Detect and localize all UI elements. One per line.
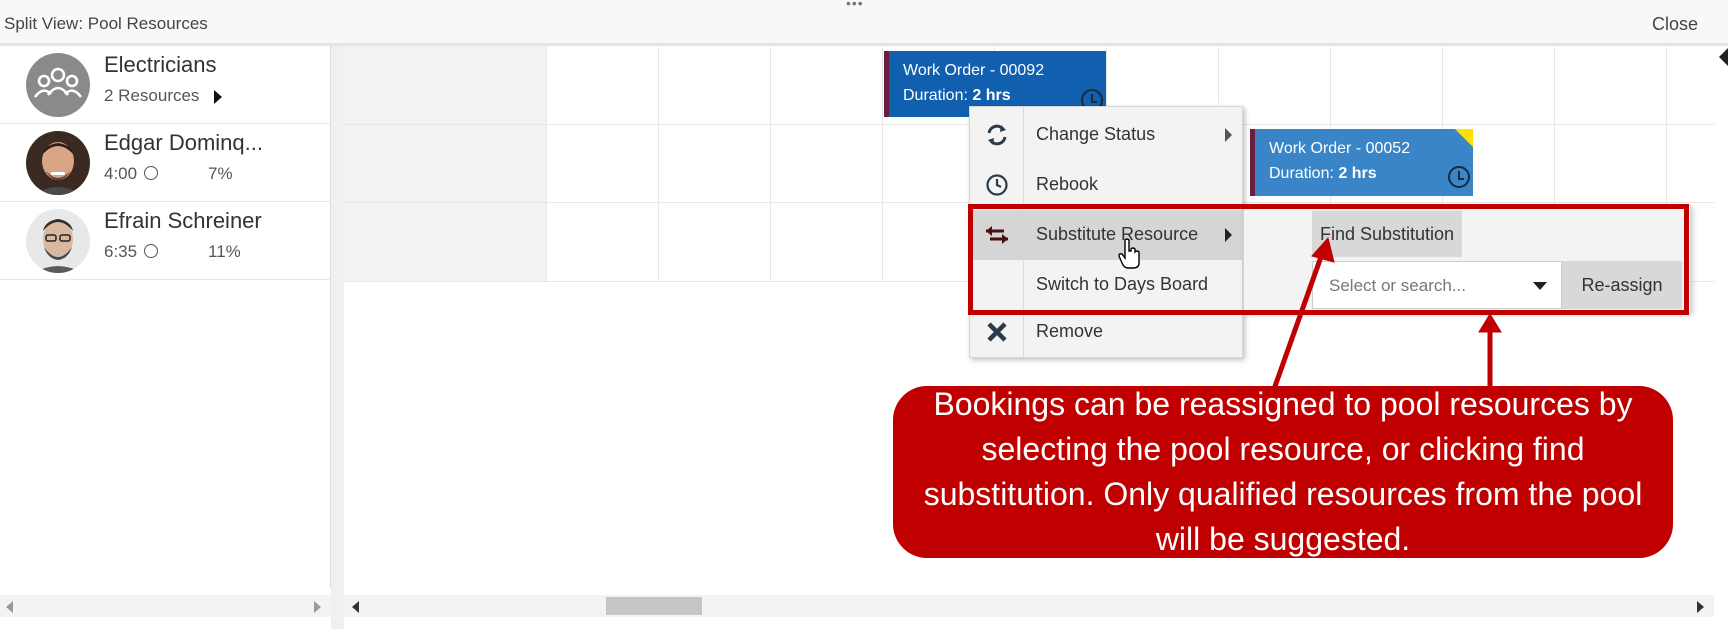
utilization-percent: 7% [208, 164, 233, 183]
scroll-right-icon[interactable] [314, 601, 321, 613]
booking-context-menu: Change Status Rebook Substitute Resource… [969, 106, 1243, 358]
grid-line [770, 46, 771, 282]
panel-divider[interactable] [331, 46, 344, 629]
hours-label: 4:00 [104, 164, 138, 183]
pool-avatar [26, 53, 90, 117]
resource-name: Electricians [104, 52, 217, 77]
resource-row-electricians[interactable]: Electricians 2 Resources [0, 46, 331, 124]
booking-duration: Duration: 2 hrs [1269, 161, 1473, 186]
flag-icon [1455, 129, 1473, 147]
resource-row-efrain[interactable]: Efrain Schreiner 6:35 11% [0, 202, 331, 280]
booking-duration: Duration: 2 hrs [903, 83, 1106, 108]
clock-icon [143, 244, 158, 258]
scroll-left-icon[interactable] [6, 601, 13, 613]
chevron-down-icon[interactable] [1533, 282, 1547, 290]
booking-work-order-00052[interactable]: Work Order - 00052 Duration: 2 hrs [1250, 129, 1473, 196]
resource-name: Edgar Dominq... [104, 130, 263, 155]
non-working-hours [344, 46, 546, 282]
resource-select[interactable]: Select or search... [1312, 261, 1562, 309]
callout-annotation: Bookings can be reassigned to pool resou… [893, 386, 1673, 558]
menu-item-label: Remove [1036, 321, 1104, 341]
booking-title: Work Order - 00092 [903, 62, 1045, 79]
scrollbar-thumb[interactable] [606, 597, 702, 615]
substitute-submenu: Find Substitution Select or search... Re… [1243, 205, 1691, 313]
submenu-arrow-icon [1225, 128, 1232, 142]
left-horizontal-scrollbar[interactable] [0, 595, 331, 617]
refresh-icon [984, 122, 1010, 148]
group-icon [33, 67, 83, 98]
clock-icon [143, 166, 158, 180]
resource-count: 2 Resources [104, 86, 223, 106]
resource-hours: 4:00 [104, 164, 158, 184]
duration-label: Duration: [903, 87, 968, 104]
duration-label: Duration: [1269, 165, 1334, 182]
find-substitution-button[interactable]: Find Substitution [1312, 211, 1462, 257]
grid-line [882, 46, 883, 282]
resource-hours: 6:35 [104, 242, 158, 262]
menu-item-substitute-resource[interactable]: Substitute Resource [970, 210, 1242, 260]
resource-row-edgar[interactable]: Edgar Dominq... 4:00 7% [0, 124, 331, 202]
swap-icon [984, 222, 1010, 248]
resource-name: Efrain Schreiner [104, 208, 262, 233]
grid-line [546, 46, 547, 282]
menu-item-remove[interactable]: Remove [970, 307, 1242, 357]
hours-label: 6:35 [104, 242, 138, 261]
utilization-percent: 11% [208, 242, 241, 261]
hand-cursor-icon [1118, 238, 1140, 269]
menu-item-change-status[interactable]: Change Status [970, 110, 1242, 160]
scroll-left-icon[interactable] [352, 601, 359, 613]
menu-item-label: Change Status [1036, 124, 1156, 144]
collapse-panel-icon[interactable] [1719, 48, 1728, 66]
expand-arrow-icon[interactable] [214, 89, 223, 104]
remove-icon [984, 319, 1010, 345]
avatar [26, 131, 90, 195]
avatar [26, 209, 90, 273]
close-button[interactable]: Close [1652, 14, 1698, 35]
split-resize-handle[interactable]: ••• [846, 0, 864, 10]
scroll-right-icon[interactable] [1697, 601, 1704, 613]
resource-list: Electricians 2 Resources Edgar Dominq...… [0, 46, 331, 589]
window-title: Split View: Pool Resources [4, 14, 208, 33]
menu-item-rebook[interactable]: Rebook [970, 160, 1242, 210]
menu-item-label: Rebook [1036, 174, 1099, 194]
callout-text: Bookings can be reassigned to pool resou… [923, 386, 1643, 557]
grid-horizontal-scrollbar[interactable] [344, 595, 1714, 617]
duration-value: 2 hrs [1338, 165, 1377, 182]
booking-title: Work Order - 00052 [1269, 140, 1411, 157]
submenu-arrow-icon [1225, 228, 1232, 242]
duration-value: 2 hrs [972, 87, 1011, 104]
clock-icon [984, 172, 1010, 198]
resource-count-label: 2 Resources [104, 86, 200, 105]
select-placeholder: Select or search... [1329, 276, 1467, 295]
window-header: ••• Split View: Pool Resources Close [0, 0, 1728, 46]
menu-item-label: Switch to Days Board [1036, 274, 1209, 294]
grid-line [658, 46, 659, 282]
reassign-button[interactable]: Re-assign [1562, 261, 1682, 309]
menu-item-switch-to-days-board[interactable]: Switch to Days Board [970, 260, 1242, 310]
clock-icon [1448, 166, 1470, 188]
